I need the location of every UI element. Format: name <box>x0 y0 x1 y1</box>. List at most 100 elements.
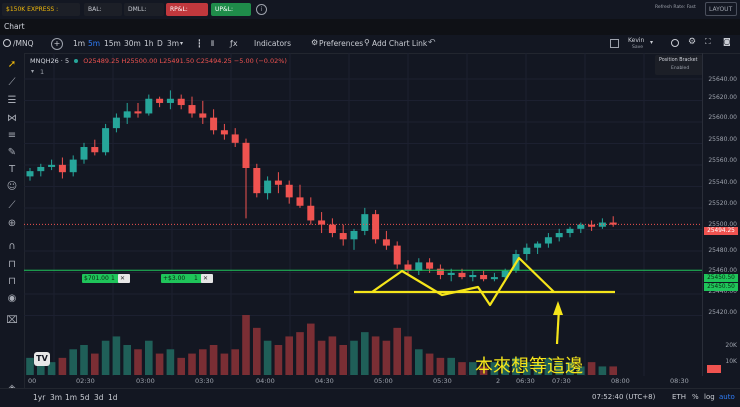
camera-icon[interactable]: ◙ <box>723 37 731 46</box>
candle-body <box>231 134 239 143</box>
interval-3m[interactable]: 3m <box>167 38 179 50</box>
position-bracket-panel[interactable]: Position Bracket Enabled <box>655 55 703 75</box>
volume-bar <box>393 327 401 375</box>
interval-d[interactable]: D <box>157 38 163 50</box>
range-5d[interactable]: 5d <box>80 393 90 402</box>
candle-body <box>458 272 466 278</box>
annotation-text[interactable]: 本來想等這邊 <box>475 352 583 378</box>
preferences-gear-icon[interactable]: ⚙ <box>311 38 318 47</box>
lock-icon[interactable]: ⊓ <box>6 276 18 288</box>
pattern-icon[interactable]: ⋈ <box>6 113 18 125</box>
account-selector[interactable]: $150K EXPRESS : ****** <box>2 3 80 26</box>
chevron-down-icon[interactable]: ▾ <box>180 38 183 50</box>
order-a-close-icon[interactable]: ✕ <box>118 274 130 283</box>
legend-collapse-icon[interactable]: ▾ <box>31 68 34 75</box>
refresh-rate-label[interactable]: Refresh Rate: Fast <box>655 5 696 10</box>
time-label: 08:00 <box>611 377 630 385</box>
time-label: 03:30 <box>195 377 214 385</box>
fullscreen-icon[interactable]: ⛶ <box>705 37 711 47</box>
brush-icon[interactable]: ✎ <box>6 147 18 159</box>
interval-5m[interactable]: 5m <box>88 38 100 50</box>
range-3d[interactable]: 3d <box>94 393 104 402</box>
eye-icon[interactable]: ◉ <box>6 293 18 305</box>
volume-bar <box>199 349 207 375</box>
realized-pnl-badge: RP&L: $-2.96 <box>166 3 208 26</box>
zoom-in-icon[interactable]: ⊕ <box>6 218 18 230</box>
position-bracket-status: Enabled <box>671 66 690 71</box>
cursor-icon[interactable]: ➚ <box>6 59 18 71</box>
user-name[interactable]: Kevin <box>628 37 644 44</box>
symbol-input[interactable]: /MNQ <box>13 38 34 50</box>
order-b-close-icon[interactable]: ✕ <box>201 274 213 283</box>
price-label-25620: 25620.00 <box>708 94 737 101</box>
trash-icon[interactable]: ⌧ <box>6 315 18 327</box>
volume-bar <box>123 345 131 375</box>
candle-body <box>285 184 293 198</box>
lock-drawings-icon[interactable]: ⊓ <box>6 259 18 271</box>
zoom-search-icon[interactable] <box>671 39 679 47</box>
range-1yr[interactable]: 1yr <box>33 393 45 402</box>
price-scale[interactable]: 25640.00 25620.00 25600.00 25580.00 2556… <box>702 53 740 376</box>
symbol-search-icon[interactable] <box>3 39 11 47</box>
candle-body <box>523 247 531 255</box>
time-scale[interactable]: 00 02:30 03:00 03:30 04:00 04:30 05:00 0… <box>24 376 702 388</box>
fib-icon[interactable]: ≡ <box>6 130 18 142</box>
layout-square-icon-box[interactable] <box>610 39 619 48</box>
auto-toggle[interactable]: auto <box>719 393 735 401</box>
preferences-button[interactable]: Preferences <box>319 38 363 50</box>
time-label: 05:30 <box>433 377 452 385</box>
add-symbol-icon[interactable]: + <box>51 38 63 50</box>
chart-tab[interactable]: Chart <box>4 22 25 31</box>
settings-gear-icon[interactable]: ⚙ <box>688 37 696 47</box>
info-icon[interactable]: i <box>256 4 267 15</box>
undo-icon[interactable]: ↶ <box>428 38 436 48</box>
candle-body <box>555 233 563 238</box>
layout-selector[interactable]: LAYOUT L <box>705 2 737 27</box>
indicators-button[interactable]: Indicators <box>254 38 291 50</box>
interval-1m[interactable]: 1m <box>73 38 85 50</box>
price-label-25560: 25560.00 <box>708 157 737 164</box>
legend-symbol[interactable]: MNQH26 · 5 <box>30 57 69 65</box>
bar-type-icon[interactable]: ⫴ <box>211 38 214 50</box>
time-label: 00 <box>28 377 37 385</box>
time-label: 07:30 <box>552 377 571 385</box>
text-icon[interactable]: T <box>6 164 18 176</box>
time-label: 02:30 <box>76 377 95 385</box>
volume-bar <box>404 336 412 375</box>
candle-body <box>188 105 196 114</box>
volume-bar <box>317 340 326 375</box>
volume-bar <box>58 357 67 375</box>
log-toggle[interactable]: log <box>704 393 715 401</box>
chart-plot-area[interactable] <box>24 53 702 376</box>
time-label: 05:00 <box>374 377 393 385</box>
interval-1h[interactable]: 1h <box>144 38 154 50</box>
percent-toggle[interactable]: % <box>692 393 699 401</box>
emoji-icon[interactable]: ☺ <box>6 181 18 193</box>
legend-high: H25500.00 <box>121 57 158 65</box>
interval-30m[interactable]: 30m <box>124 38 141 50</box>
candlestick-chart[interactable] <box>24 53 702 376</box>
candle-type-icon[interactable]: ┇ <box>197 38 202 50</box>
range-1m[interactable]: 1m <box>65 393 77 402</box>
magnet-icon[interactable]: ∩ <box>6 241 18 253</box>
order-a-pnl: $701.00 <box>82 274 112 283</box>
range-3m[interactable]: 3m <box>50 393 62 402</box>
add-chart-link-button[interactable]: Add Chart Link <box>372 38 427 50</box>
ruler-icon[interactable]: ⟋ <box>6 200 18 212</box>
candle-body <box>490 277 498 280</box>
trend-line-icon[interactable]: ⟋ <box>6 77 18 89</box>
session-toggle[interactable]: ETH <box>672 393 686 401</box>
indicators-icon[interactable]: ƒx <box>230 39 238 48</box>
interval-15m[interactable]: 15m <box>104 38 121 50</box>
clock-time[interactable]: 07:52:40 (UTC+8) <box>592 393 655 401</box>
candle-body <box>26 171 34 177</box>
position-price-tag-a: 25450.50 <box>704 274 738 282</box>
user-chevron-icon[interactable]: ▾ <box>650 39 653 46</box>
range-1d[interactable]: 1d <box>108 393 118 402</box>
horizontal-line-icon[interactable]: ☰ <box>6 95 18 107</box>
time-label: 08:30 <box>670 377 689 385</box>
candle-body <box>91 147 99 153</box>
candle-body <box>436 268 444 275</box>
volume-bar <box>447 357 455 375</box>
link-icon[interactable]: ⚲ <box>364 38 370 47</box>
